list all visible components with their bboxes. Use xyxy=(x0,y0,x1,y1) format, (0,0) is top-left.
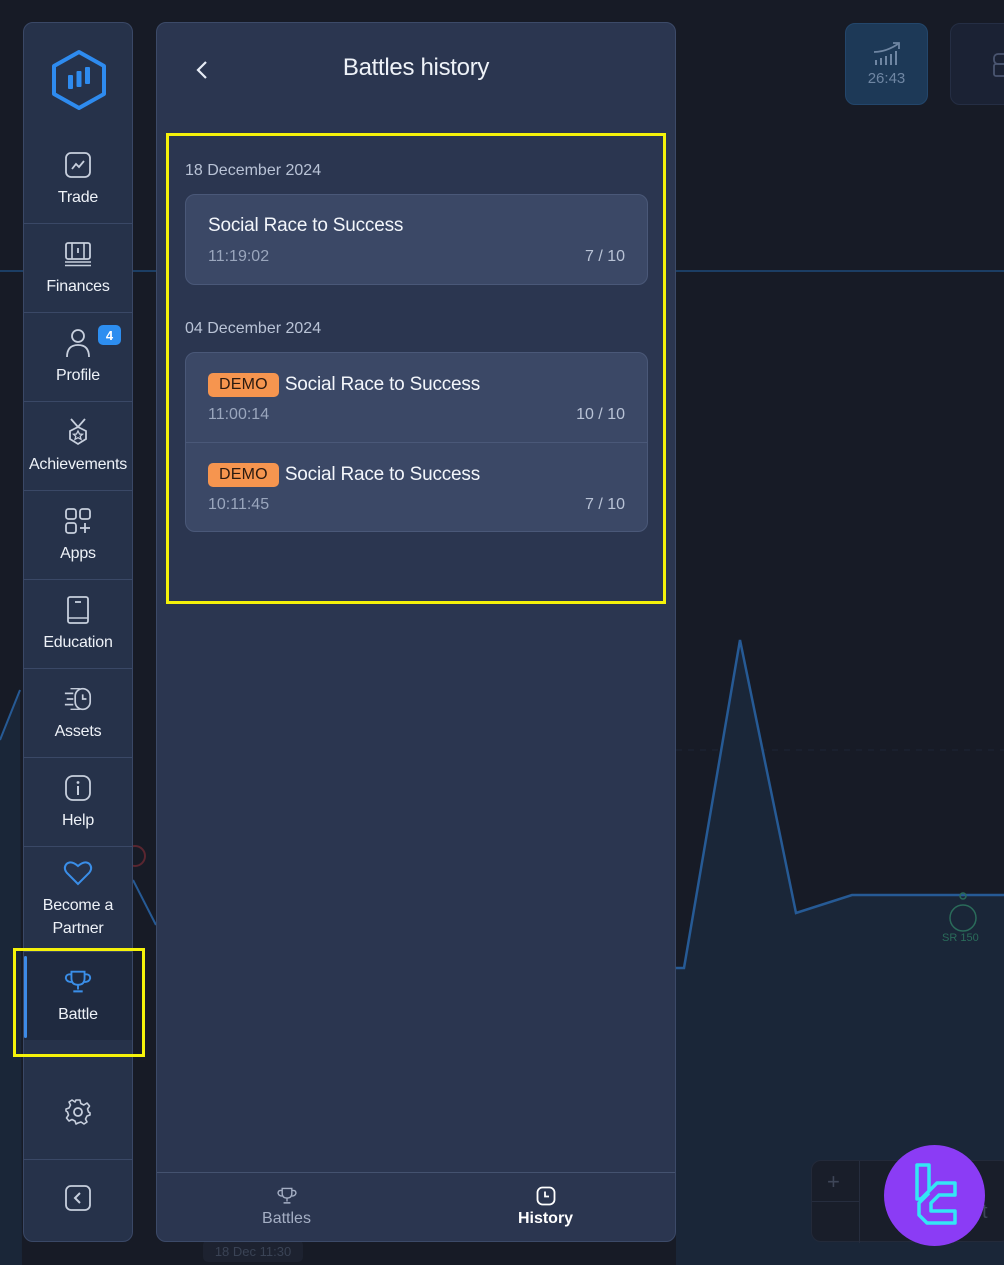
watermark-logo xyxy=(884,1145,985,1246)
sidebar-item-finances[interactable]: Finances xyxy=(24,223,132,312)
chest-widget[interactable] xyxy=(950,23,1004,105)
group-date: 04 December 2024 xyxy=(185,320,322,337)
battle-history-item[interactable]: Social Race to Success 11:19:02 7 / 10 xyxy=(186,195,647,284)
chevron-left-square-icon xyxy=(63,1183,93,1213)
battle-title-row: DEMO Social Race to Success xyxy=(208,373,480,397)
battle-score: 7 / 10 xyxy=(584,248,625,265)
panel-tab-bar: Battles History xyxy=(157,1172,675,1241)
battle-score: 7 / 10 xyxy=(584,496,625,513)
battle-history-card: DEMO Social Race to Success 11:00:14 10 … xyxy=(185,352,648,532)
clock-icon xyxy=(536,1186,555,1206)
tab-label: History xyxy=(517,1210,574,1227)
demo-badge: DEMO xyxy=(208,373,279,397)
sidebar-item-become-a-partner[interactable]: Become a Partner xyxy=(24,846,132,951)
tab-label: Battles xyxy=(262,1210,311,1227)
demo-badge: DEMO xyxy=(208,463,279,487)
timer-value: 26:43 xyxy=(867,69,906,87)
fast-clock-icon xyxy=(63,684,93,714)
hexagon-chart-logo-icon xyxy=(52,50,106,110)
medal-icon xyxy=(63,417,93,447)
battles-history-panel: Battles history 18 December 2024 Social … xyxy=(156,22,676,1242)
trend-bars-icon xyxy=(873,41,900,65)
battle-score: 10 / 10 xyxy=(576,406,625,423)
sidebar-item-label: Achievements xyxy=(28,455,128,473)
sidebar-item-apps[interactable]: Apps xyxy=(24,490,132,579)
trophy-icon xyxy=(276,1187,297,1204)
battle-history-card: Social Race to Success 11:19:02 7 / 10 xyxy=(185,194,648,285)
divider xyxy=(812,1201,859,1202)
sidebar-item-label: Trade xyxy=(57,189,99,206)
sidebar-item-label: Become a Partner xyxy=(42,897,114,937)
chart-time-chip: 18 Dec 11:30 xyxy=(203,1240,303,1262)
battle-title: Social Race to Success xyxy=(284,374,481,395)
sidebar-item-assets[interactable]: Assets xyxy=(24,668,132,757)
sidebar-item-label: Battle xyxy=(58,1005,98,1023)
panel-header: Battles history xyxy=(157,23,675,113)
sidebar-item-education[interactable]: Education xyxy=(24,579,132,668)
sidebar-item-label: Finances xyxy=(46,277,110,295)
battle-title: Social Race to Success xyxy=(208,215,404,236)
battle-title-row: DEMO Social Race to Success xyxy=(208,463,480,487)
collapse-sidebar-button[interactable] xyxy=(24,1159,132,1241)
battle-time: 11:19:02 xyxy=(208,248,270,265)
info-icon xyxy=(63,773,93,803)
book-icon xyxy=(63,595,93,625)
trophy-icon xyxy=(63,967,93,997)
heart-icon xyxy=(63,858,93,888)
battle-title-row: Social Race to Success xyxy=(208,215,403,237)
gear-icon xyxy=(63,1097,93,1127)
trade-chart-icon xyxy=(63,150,93,180)
sidebar-item-label: Assets xyxy=(54,722,102,740)
battle-time: 11:00:14 xyxy=(208,406,270,423)
wallet-icon xyxy=(63,239,93,269)
tc-logo-icon xyxy=(914,1162,957,1225)
battle-history-item[interactable]: DEMO Social Race to Success 10:11:45 7 /… xyxy=(186,442,647,531)
sidebar-item-help[interactable]: Help xyxy=(24,757,132,846)
sidebar: Trade Finances Profile Achievements Apps… xyxy=(23,22,133,1242)
sidebar-item-label: Help xyxy=(61,811,95,829)
battle-time: 10:11:45 xyxy=(208,496,270,513)
sidebar-item-label: Education xyxy=(43,633,113,651)
app-logo[interactable] xyxy=(50,49,108,111)
battle-history-item[interactable]: DEMO Social Race to Success 11:00:14 10 … xyxy=(186,353,647,442)
sidebar-item-trade[interactable]: Trade xyxy=(24,135,132,224)
sidebar-item-battle[interactable]: Battle xyxy=(24,951,132,1040)
tab-battles[interactable]: Battles xyxy=(157,1173,416,1241)
settings-button[interactable] xyxy=(24,1070,132,1159)
battle-title: Social Race to Success xyxy=(284,464,481,485)
treasure-chest-icon xyxy=(992,53,1004,77)
group-date: 18 December 2024 xyxy=(185,162,322,179)
user-icon xyxy=(63,328,93,358)
divider xyxy=(859,1161,860,1243)
chart-marker-label: SR 150 xyxy=(942,932,979,944)
page-title: Battles history xyxy=(342,54,490,81)
zoom-in-button[interactable]: + xyxy=(827,1169,840,1195)
sidebar-item-label: Apps xyxy=(60,544,96,562)
sidebar-item-label: Profile xyxy=(56,366,100,384)
timer-widget[interactable]: 26:43 xyxy=(845,23,928,105)
sidebar-item-achievements[interactable]: Achievements xyxy=(24,401,132,490)
apps-grid-icon xyxy=(63,506,93,536)
tab-history[interactable]: History xyxy=(416,1173,675,1241)
profile-notification-badge: 4 xyxy=(98,325,121,345)
